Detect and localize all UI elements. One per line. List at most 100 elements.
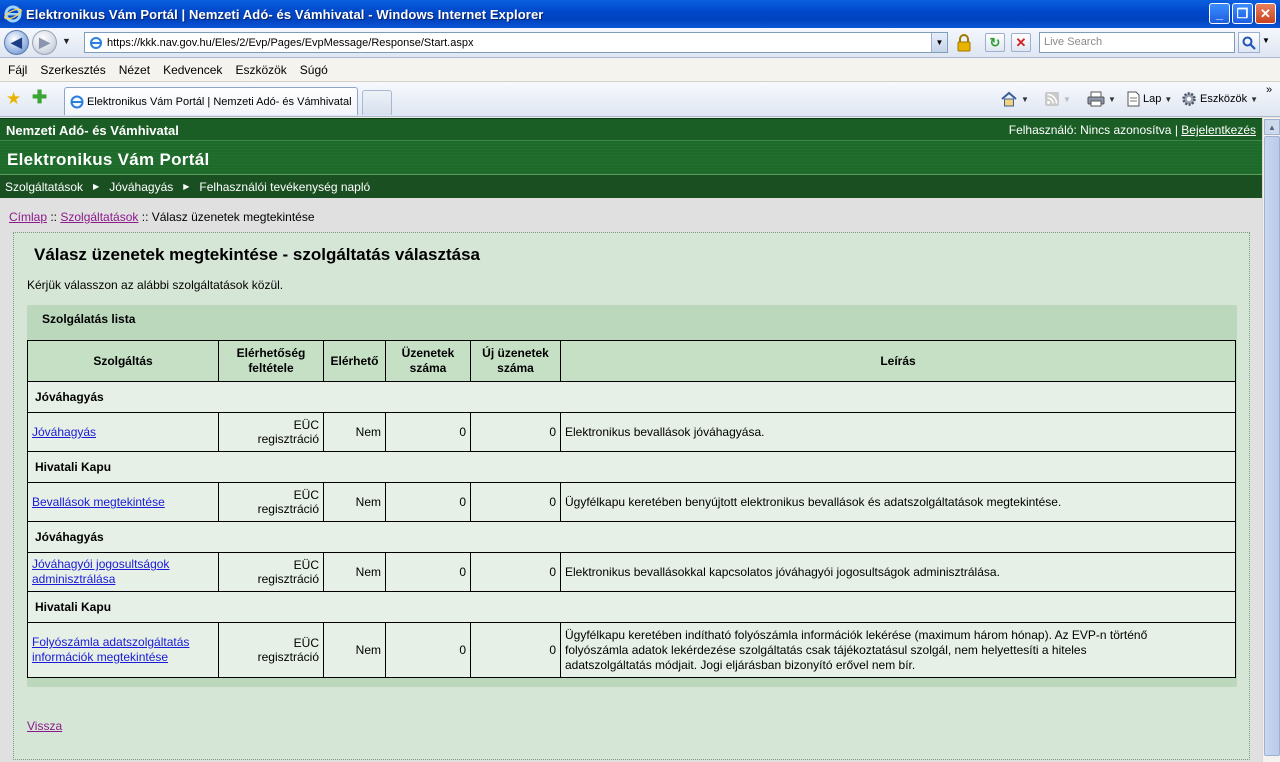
- menu-tools[interactable]: Eszközök: [235, 63, 286, 77]
- nav-item-services[interactable]: Szolgáltatások: [5, 180, 83, 194]
- tab-label: Elektronikus Vám Portál | Nemzeti Adó- é…: [87, 95, 352, 108]
- refresh-icon[interactable]: ↻: [985, 33, 1005, 52]
- condition-line1: EÜC: [293, 636, 319, 650]
- service-list-title: Szolgálatás lista: [42, 312, 136, 326]
- address-dropdown-icon[interactable]: ▼: [931, 33, 947, 52]
- menu-view[interactable]: Nézet: [119, 63, 150, 77]
- condition-line2: regisztráció: [257, 572, 319, 586]
- service-link-account-statement[interactable]: Folyószámla adatszolgáltatás információk …: [32, 635, 189, 664]
- favorites-star-icon[interactable]: ★: [6, 89, 21, 109]
- back-link[interactable]: Vissza: [27, 719, 62, 733]
- print-dropdown-icon[interactable]: ▼: [1108, 95, 1116, 104]
- column-header-description: Leírás: [560, 340, 1236, 382]
- search-input[interactable]: Live Search: [1039, 32, 1235, 53]
- recent-pages-dropdown-icon[interactable]: ▼: [62, 36, 71, 46]
- column-header-new-messages: Új üzenetek száma: [470, 340, 561, 382]
- column-header-new-line1: Új üzenetek: [482, 346, 549, 360]
- search-button[interactable]: [1238, 32, 1260, 53]
- window-title-bar[interactable]: Elektronikus Vám Portál | Nemzeti Adó- é…: [0, 0, 1280, 28]
- search-options-dropdown-icon[interactable]: ▼: [1262, 36, 1270, 45]
- available-cell: Nem: [323, 622, 386, 678]
- page-icon: [90, 36, 102, 49]
- page-icon: [70, 95, 84, 108]
- column-header-messages-line1: Üzenetek: [401, 346, 455, 360]
- breadcrumb-home-link[interactable]: Címlap: [9, 210, 47, 224]
- menu-file[interactable]: Fájl: [8, 63, 27, 77]
- page-title: Válasz üzenetek megtekintése - szolgálta…: [34, 245, 480, 264]
- feeds-button[interactable]: ▼: [1044, 91, 1071, 107]
- condition-cell: EÜC regisztráció: [218, 412, 324, 452]
- messages-count-cell: 0: [385, 482, 471, 522]
- scroll-up-arrow-icon[interactable]: ▲: [1264, 119, 1280, 135]
- page-menu-dropdown-icon[interactable]: ▼: [1164, 95, 1172, 104]
- home-dropdown-icon[interactable]: ▼: [1021, 95, 1029, 104]
- new-messages-count-cell: 0: [470, 482, 561, 522]
- table-group-row: Jóváhagyás: [27, 521, 1236, 553]
- table-row: Folyószámla adatszolgáltatás információk …: [27, 622, 1236, 678]
- service-cell: Bevallások megtekintése: [27, 482, 219, 522]
- address-input[interactable]: https://kkk.nav.gov.hu/Eles/2/Evp/Pages/…: [84, 32, 948, 53]
- service-link-line1: Jóváhagyói jogosultságok: [32, 557, 170, 571]
- service-list-panel: Szolgálatás lista Szolgáltás Elérhetőség…: [27, 305, 1237, 687]
- column-header-condition: Elérhetőség feltétele: [218, 340, 324, 382]
- nav-item-activity-log[interactable]: Felhasználói tevékenység napló: [199, 180, 370, 194]
- maximize-button[interactable]: ❐: [1232, 3, 1253, 24]
- tools-menu-button[interactable]: Eszközök ▼: [1181, 91, 1258, 107]
- add-favorite-icon[interactable]: ✚: [32, 87, 47, 108]
- condition-line2: regisztráció: [257, 432, 319, 446]
- stop-icon[interactable]: ✕: [1011, 33, 1031, 52]
- tab-active[interactable]: Elektronikus Vám Portál | Nemzeti Adó- é…: [64, 87, 358, 115]
- minimize-button[interactable]: _: [1209, 3, 1230, 24]
- nav-item-approval[interactable]: Jóváhagyás: [109, 180, 173, 194]
- feeds-dropdown-icon[interactable]: ▼: [1063, 95, 1071, 104]
- column-header-available: Elérhető: [323, 340, 386, 382]
- menu-favorites[interactable]: Kedvencek: [163, 63, 222, 77]
- home-button[interactable]: ▼: [1000, 91, 1029, 107]
- tools-menu-dropdown-icon[interactable]: ▼: [1250, 95, 1258, 104]
- breadcrumb-services-link[interactable]: Szolgáltatások: [60, 210, 138, 224]
- table-row: Bevallások megtekintése EÜC regisztráció …: [27, 482, 1236, 522]
- new-messages-count-cell: 0: [470, 412, 561, 452]
- condition-line1: EÜC: [293, 418, 319, 432]
- lock-icon[interactable]: [954, 33, 974, 53]
- scrollbar-thumb[interactable]: [1264, 136, 1280, 756]
- table-row: Jóváhagyói jogosultságok adminisztrálása …: [27, 552, 1236, 592]
- main-navigation: Szolgáltatások ▶ Jóváhagyás ▶ Felhasznál…: [0, 174, 1262, 198]
- new-tab-button[interactable]: [362, 90, 392, 115]
- column-header-service: Szolgáltás: [27, 340, 219, 382]
- address-toolbar: ◀ ▶ ▼ https://kkk.nav.gov.hu/Eles/2/Evp/…: [0, 28, 1280, 58]
- forward-button[interactable]: ▶: [32, 30, 57, 55]
- service-link-approval[interactable]: Jóváhagyás: [32, 425, 96, 439]
- login-link[interactable]: Bejelentkezés: [1181, 123, 1256, 137]
- tab-bar: ★ ✚ Elektronikus Vám Portál | Nemzeti Ad…: [0, 82, 1280, 117]
- column-header-condition-line2: feltétele: [248, 361, 294, 375]
- page-menu-button[interactable]: Lap ▼: [1126, 91, 1172, 107]
- back-button[interactable]: ◀: [4, 30, 29, 55]
- search-icon: [1242, 36, 1256, 50]
- menu-help[interactable]: Súgó: [300, 63, 328, 77]
- group-label: Hivatali Kapu: [27, 591, 1236, 623]
- service-link-line2: adminisztrálása: [32, 572, 116, 586]
- new-messages-count-cell: 0: [470, 622, 561, 678]
- table-group-row: Hivatali Kapu: [27, 591, 1236, 623]
- print-button[interactable]: ▼: [1087, 91, 1116, 107]
- toolbar-overflow-icon[interactable]: »: [1266, 84, 1272, 96]
- menu-edit[interactable]: Szerkesztés: [40, 63, 105, 77]
- portal-banner: Elektronikus Vám Portál: [0, 140, 1262, 174]
- service-link-approver-rights[interactable]: Jóváhagyói jogosultságok adminisztrálása: [32, 557, 169, 586]
- table-row: Jóváhagyás EÜC regisztráció Nem 0 0 Elekt…: [27, 412, 1236, 452]
- breadcrumb-separator: ::: [138, 210, 152, 224]
- site-header: Nemzeti Adó- és Vámhivatal Felhasználó: …: [0, 118, 1262, 140]
- service-link-returns-view[interactable]: Bevallások megtekintése: [32, 495, 165, 509]
- column-header-messages-line2: száma: [409, 361, 447, 375]
- close-button[interactable]: ✕: [1255, 3, 1276, 24]
- user-status-text: Felhasználó: Nincs azonosítva |: [1008, 123, 1182, 137]
- content-box: Válasz üzenetek megtekintése - szolgálta…: [13, 232, 1250, 760]
- group-label: Jóváhagyás: [27, 521, 1236, 553]
- printer-icon: [1087, 91, 1105, 107]
- internet-explorer-icon: [4, 5, 22, 23]
- service-cell: Jóváhagyói jogosultságok adminisztrálása: [27, 552, 219, 592]
- back-arrow-icon: ◀: [11, 34, 22, 50]
- vertical-scrollbar[interactable]: ▲: [1262, 118, 1280, 762]
- url-text: https://kkk.nav.gov.hu/Eles/2/Evp/Pages/…: [107, 36, 474, 49]
